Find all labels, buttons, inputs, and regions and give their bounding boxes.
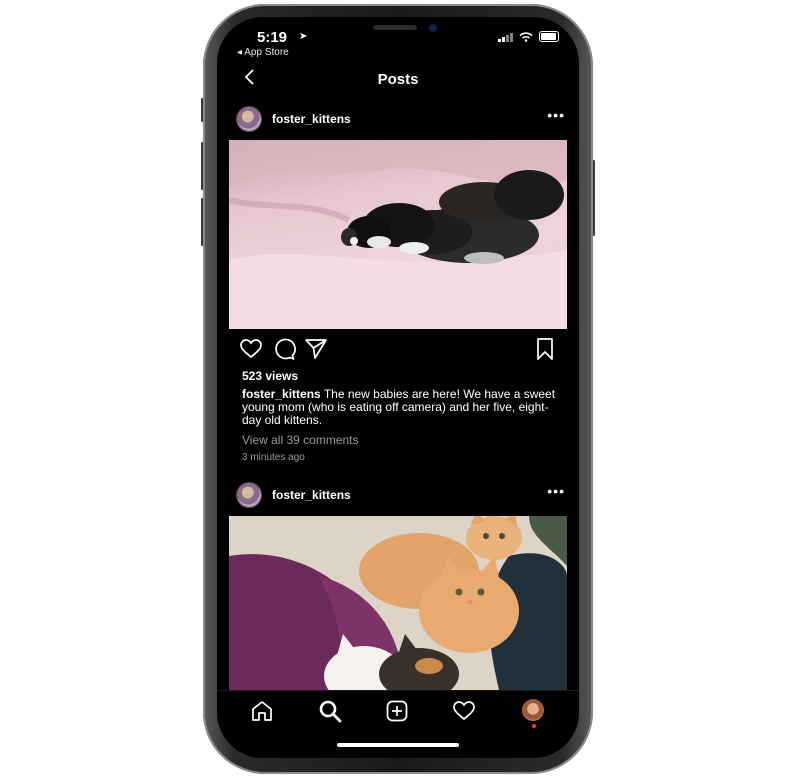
notification-dot bbox=[532, 724, 536, 728]
post-timestamp: 3 minutes ago bbox=[242, 452, 305, 463]
share-paper-plane-icon[interactable] bbox=[304, 337, 328, 361]
front-camera bbox=[429, 24, 437, 32]
activity-heart-icon[interactable] bbox=[452, 699, 476, 723]
battery-icon bbox=[539, 31, 559, 42]
home-indicator[interactable] bbox=[337, 743, 459, 747]
posts-header: Posts bbox=[217, 63, 579, 97]
orange-kittens-image bbox=[229, 516, 567, 690]
more-options-button[interactable]: ••• bbox=[547, 107, 565, 123]
view-count[interactable]: 523 views bbox=[242, 369, 298, 383]
profile-avatar-tab[interactable] bbox=[522, 699, 544, 721]
post-photo[interactable] bbox=[229, 516, 567, 690]
avatar[interactable] bbox=[237, 483, 261, 507]
caption-username[interactable]: foster_kittens bbox=[242, 387, 321, 401]
home-icon[interactable] bbox=[250, 699, 274, 723]
view-comments-link[interactable]: View all 39 comments bbox=[242, 433, 359, 447]
comment-bubble-icon[interactable] bbox=[272, 337, 296, 361]
more-options-button[interactable]: ••• bbox=[547, 483, 565, 499]
back-to-app-link[interactable]: ◂ App Store bbox=[237, 47, 289, 58]
location-arrow-icon: ➤ bbox=[299, 31, 308, 42]
bookmark-icon[interactable] bbox=[533, 337, 557, 361]
post-header: foster_kittens ••• bbox=[217, 475, 579, 515]
status-time: 5:19 bbox=[257, 29, 288, 46]
post-header: foster_kittens ••• bbox=[217, 99, 579, 139]
kittens-on-blanket-image bbox=[229, 140, 567, 329]
post-username[interactable]: foster_kittens bbox=[272, 488, 351, 502]
post-caption: foster_kittens The new babies are here! … bbox=[242, 388, 557, 427]
cellular-signal-icon bbox=[498, 32, 513, 42]
avatar[interactable] bbox=[237, 107, 261, 131]
post-photo[interactable] bbox=[229, 140, 567, 329]
new-post-icon[interactable] bbox=[385, 699, 409, 723]
status-icons bbox=[498, 31, 559, 42]
search-icon[interactable] bbox=[318, 699, 342, 723]
like-heart-icon[interactable] bbox=[239, 337, 263, 361]
notch bbox=[313, 17, 477, 48]
page-title: Posts bbox=[377, 71, 419, 88]
post-actions bbox=[217, 335, 579, 365]
phone-screen: 5:19 ➤ ◂ App Store Posts foster_kittens … bbox=[217, 17, 579, 758]
post-username[interactable]: foster_kittens bbox=[272, 112, 351, 126]
wifi-icon bbox=[519, 31, 533, 42]
earpiece-speaker bbox=[373, 25, 417, 30]
bottom-tab-bar bbox=[217, 690, 579, 758]
